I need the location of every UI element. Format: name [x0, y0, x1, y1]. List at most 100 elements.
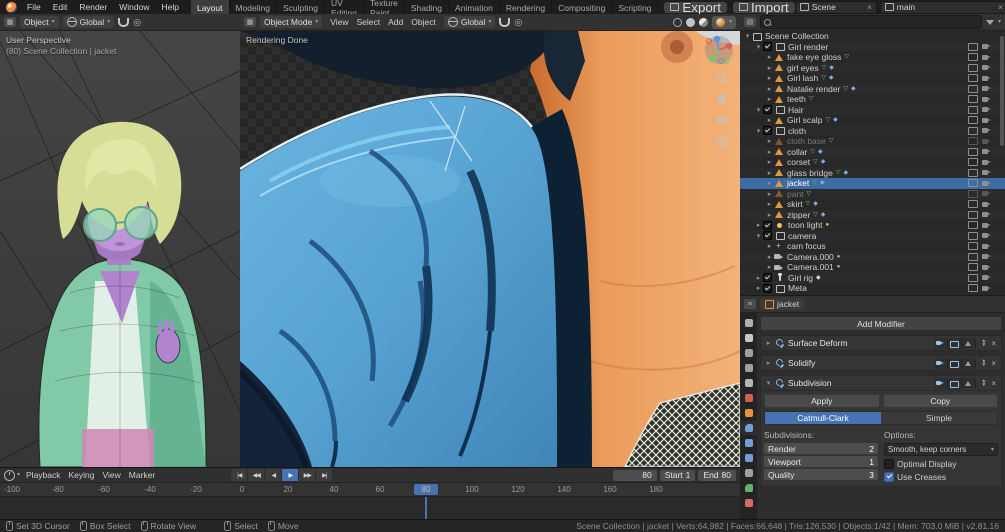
render-visibility-toggle[interactable]: [934, 357, 949, 369]
chevron-down-icon[interactable]: ▾: [998, 19, 1001, 25]
outliner-search-input[interactable]: [760, 15, 982, 29]
viewport-visibility-toggle[interactable]: [948, 357, 963, 369]
expand-icon[interactable]: ▸: [754, 274, 763, 282]
viewport-subdivisions-field[interactable]: Viewport 1: [764, 456, 878, 467]
disable-in-renders-icon[interactable]: [982, 243, 991, 250]
workspace-tab-layout[interactable]: Layout: [190, 0, 230, 14]
render-subdivisions-field[interactable]: Render 2: [764, 443, 878, 454]
properties-tab-scene[interactable]: [740, 376, 757, 390]
shading-solid-icon[interactable]: [685, 17, 695, 27]
outliner-row-girl-rig[interactable]: ▸ Girl rig ◆: [740, 272, 1005, 283]
viewport-visibility-toggle[interactable]: [948, 337, 963, 349]
next-keyframe-button[interactable]: ▶▶: [299, 469, 317, 481]
render-visibility-toggle[interactable]: [934, 337, 949, 349]
toggle-ortho-grid-icon[interactable]: [716, 135, 728, 147]
disable-in-viewports-icon[interactable]: [968, 252, 978, 261]
disable-in-renders-icon[interactable]: [982, 285, 991, 292]
disable-in-renders-icon[interactable]: [982, 106, 991, 113]
workspace-tab-animation[interactable]: Animation: [449, 0, 500, 14]
outliner-row-camera-000[interactable]: ▸ Camera.000 ●: [740, 251, 1005, 262]
expand-icon[interactable]: ▸: [754, 284, 763, 292]
disable-in-viewports-icon[interactable]: [968, 179, 978, 188]
expand-icon[interactable]: ▸: [765, 158, 774, 166]
properties-tab-particles[interactable]: [740, 436, 757, 450]
outliner-row-camera-001[interactable]: ▸ Camera.001 ●: [740, 262, 1005, 273]
collection-checkbox[interactable]: [763, 105, 772, 115]
snap-magnet-icon[interactable]: [118, 17, 130, 27]
jump-to-start-button[interactable]: |◀: [231, 469, 249, 481]
editor-type-3d-viewport-icon[interactable]: ▦: [4, 17, 16, 27]
edit-mode-toggle[interactable]: [962, 377, 977, 389]
timeline-ruler[interactable]: 80 -100 -80 -60 -40 -20 0 20 40 60 80 100 120 140 160…: [0, 483, 740, 497]
import-button[interactable]: Import: [732, 0, 795, 15]
disable-in-viewports-icon[interactable]: [968, 74, 978, 83]
menu-help[interactable]: Help: [155, 2, 184, 12]
export-button[interactable]: Export: [664, 0, 727, 15]
timeline-menu-view[interactable]: View: [99, 470, 125, 480]
rendered-image[interactable]: [240, 31, 740, 467]
disable-in-viewports-icon[interactable]: [968, 273, 978, 282]
expand-icon[interactable]: ▸: [754, 221, 763, 229]
camera-view-icon[interactable]: [716, 114, 728, 126]
disable-in-viewports-icon[interactable]: [968, 210, 978, 219]
remove-modifier-icon[interactable]: ×: [989, 359, 998, 368]
disable-in-viewports-icon[interactable]: [968, 231, 978, 240]
expand-icon[interactable]: ▸: [765, 74, 774, 82]
collapse-icon[interactable]: ▾: [754, 106, 763, 114]
viewport-left-render[interactable]: [0, 31, 240, 467]
menu-edit[interactable]: Edit: [47, 2, 74, 12]
expand-icon[interactable]: ▸: [764, 359, 773, 367]
expand-icon[interactable]: ▸: [765, 148, 774, 156]
expand-icon[interactable]: ▸: [765, 263, 774, 271]
disable-in-renders-icon[interactable]: [982, 96, 991, 103]
disable-in-renders-icon[interactable]: [982, 159, 991, 166]
copy-button[interactable]: Copy: [882, 394, 998, 408]
collapse-icon[interactable]: ▾: [754, 127, 763, 135]
outliner-row-camera[interactable]: ▾ camera: [740, 230, 1005, 241]
disable-in-renders-icon[interactable]: [982, 264, 991, 271]
menu-window[interactable]: Window: [113, 2, 155, 12]
expand-icon[interactable]: ▸: [765, 95, 774, 103]
properties-tab-modifiers[interactable]: [740, 421, 757, 435]
remove-modifier-icon[interactable]: ×: [989, 339, 998, 348]
disable-in-renders-icon[interactable]: [982, 253, 991, 260]
disable-in-viewports-icon[interactable]: [968, 53, 978, 62]
disable-in-viewports-icon[interactable]: [968, 63, 978, 72]
disable-in-renders-icon[interactable]: [982, 180, 991, 187]
disable-in-viewports-icon[interactable]: [968, 42, 978, 51]
workspace-tab-scripting[interactable]: Scripting: [612, 0, 659, 14]
outliner-scrollbar[interactable]: [1000, 36, 1004, 146]
editor-type-timeline-icon[interactable]: [4, 469, 15, 481]
uv-smooth-dropdown[interactable]: Smooth, keep corners ▾: [884, 443, 998, 456]
outliner-row-cloth-base[interactable]: ▸ cloth base ▽: [740, 136, 1005, 147]
add-modifier-button[interactable]: Add Modifier: [760, 316, 1002, 331]
outliner-row-girl-scalp[interactable]: ▸ Girl scalp ▽ ◆: [740, 115, 1005, 126]
collection-checkbox[interactable]: [763, 283, 772, 293]
workspace-tab-uv-editing[interactable]: UV Editing: [325, 0, 364, 18]
frame-start-field[interactable]: Start 1: [659, 469, 696, 481]
disable-in-viewports-icon[interactable]: [968, 137, 978, 146]
collection-checkbox[interactable]: [763, 126, 772, 136]
outliner-row-natalie-render[interactable]: ▸ Natalie render ▽ ◆: [740, 83, 1005, 94]
disable-in-viewports-icon[interactable]: [968, 84, 978, 93]
workspace-tab-texture-paint[interactable]: Texture Paint: [364, 0, 405, 18]
disable-in-viewports-icon[interactable]: [968, 116, 978, 125]
collapse-icon[interactable]: ▾: [764, 379, 773, 387]
disable-in-viewports-icon[interactable]: [968, 147, 978, 156]
expand-icon[interactable]: ▸: [765, 53, 774, 61]
properties-tab-world[interactable]: [740, 391, 757, 405]
move-view-hand-icon[interactable]: [716, 93, 728, 105]
expand-icon[interactable]: ▸: [765, 64, 774, 72]
timeline-menu-playback[interactable]: Playback: [22, 470, 65, 480]
proportional-editing-icon[interactable]: ◎: [133, 17, 141, 27]
workspace-tab-rendering[interactable]: Rendering: [500, 0, 553, 14]
play-button[interactable]: ▶: [282, 469, 300, 481]
outliner-row-collar[interactable]: ▸ collar ▽ ◆: [740, 146, 1005, 157]
disable-in-viewports-icon[interactable]: [968, 242, 978, 251]
expand-icon[interactable]: ▸: [764, 339, 773, 347]
properties-tab-material[interactable]: [740, 496, 757, 510]
disable-in-renders-icon[interactable]: [982, 190, 991, 197]
disable-in-renders-icon[interactable]: [982, 75, 991, 82]
zoom-icon[interactable]: [716, 72, 728, 84]
disable-in-viewports-icon[interactable]: [968, 126, 978, 135]
